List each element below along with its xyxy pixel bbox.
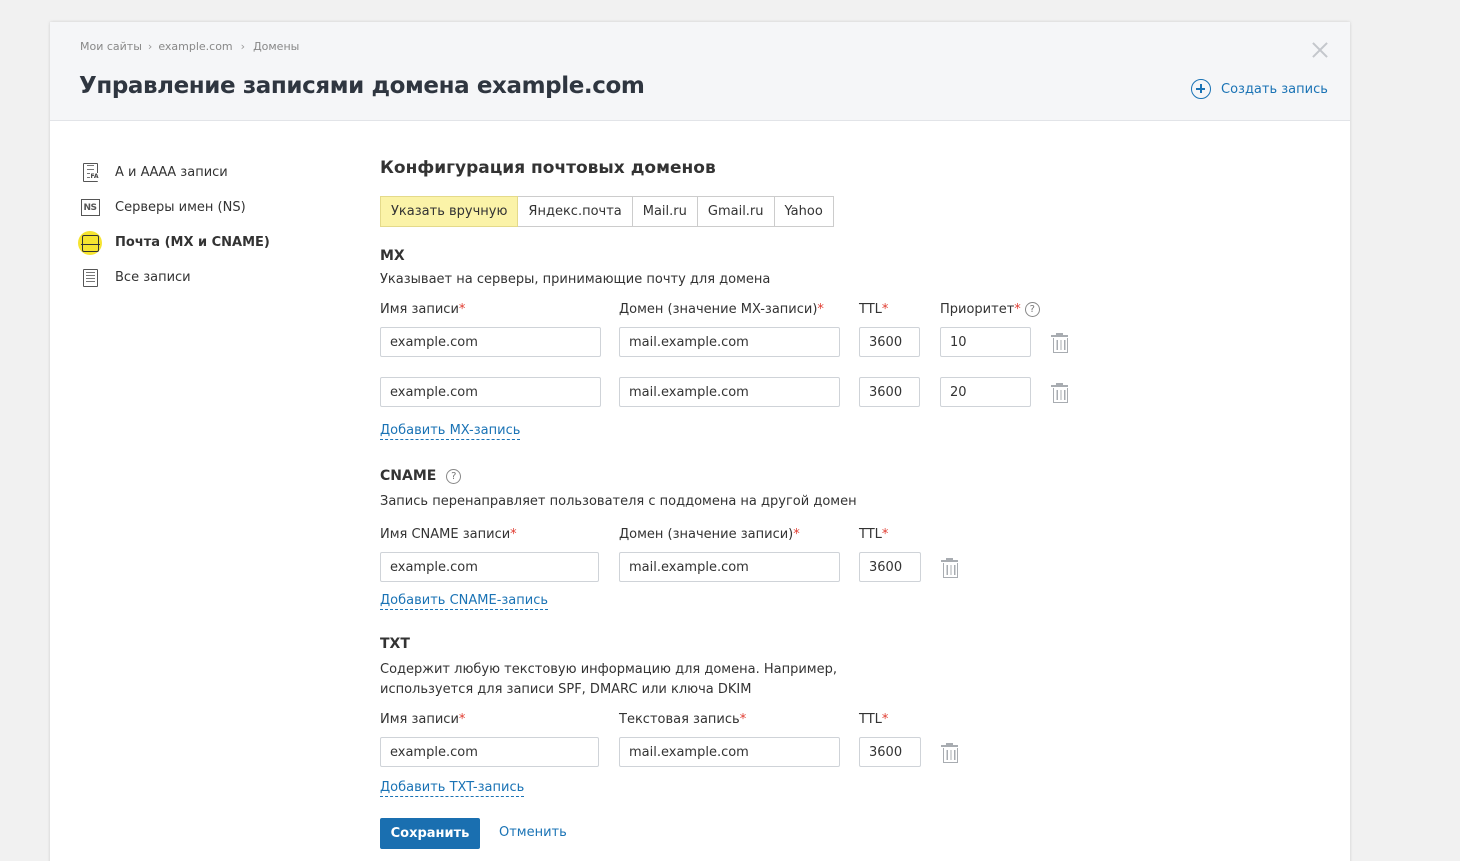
cname-ttl-label: TTL *	[859, 527, 889, 542]
close-icon[interactable]	[1311, 41, 1329, 59]
dns-records-modal: Мои сайты › example.com › Домены Управле…	[50, 22, 1350, 861]
txt-ttl-label: TTL *	[859, 712, 889, 727]
sidebar-item-label: Серверы имен (NS)	[115, 200, 246, 215]
cname-name-label: Имя CNAME записи *	[380, 527, 517, 542]
create-record-label: Создать запись	[1221, 81, 1328, 97]
page-title: Управление записями домена example.com	[79, 73, 645, 99]
trash-icon[interactable]	[941, 558, 958, 578]
sidebar-item-all-records[interactable]: Все записи	[78, 260, 270, 295]
txt-description-line1: Содержит любую текстовую информацию для …	[380, 662, 837, 677]
cname-title: CNAME?	[380, 468, 462, 484]
help-icon[interactable]: ?	[1024, 302, 1040, 317]
trash-icon[interactable]	[941, 743, 958, 763]
tab-gmail[interactable]: Gmail.ru	[696, 196, 775, 227]
sidebar: FA А и АААА записи NS Серверы имен (NS) …	[78, 155, 270, 295]
tab-yahoo[interactable]: Yahoo	[773, 196, 834, 227]
add-txt-record-link[interactable]: Добавить TXT-запись	[380, 780, 525, 797]
txt-name-label: Имя записи *	[380, 712, 466, 727]
mx-title: MX	[380, 248, 405, 264]
sidebar-item-label: Все записи	[115, 270, 191, 285]
cname-name-input[interactable]: example.com	[380, 552, 599, 582]
sidebar-item-a-records[interactable]: FA А и АААА записи	[78, 155, 270, 190]
modal-header: Мои сайты › example.com › Домены Управле…	[50, 22, 1350, 121]
plus-circle-icon	[1191, 79, 1211, 99]
mx-ttl-label: TTL *	[859, 302, 889, 317]
ns-icon: NS	[78, 196, 102, 220]
cname-domain-label: Домен (значение записи) *	[619, 527, 800, 542]
mx-ttl-input[interactable]: 3600	[859, 377, 920, 407]
mx-description: Указывает на серверы, принимающие почту …	[380, 272, 771, 287]
add-cname-record-link[interactable]: Добавить CNAME-запись	[380, 593, 549, 610]
save-button[interactable]: Сохранить	[380, 818, 480, 849]
breadcrumb-my-sites[interactable]: Мои сайты	[80, 40, 142, 53]
mx-domain-input[interactable]: mail.example.com	[619, 327, 840, 357]
mx-name-input[interactable]: example.com	[380, 377, 601, 407]
trash-icon[interactable]	[1051, 383, 1068, 403]
chevron-right-icon: ›	[147, 40, 153, 53]
sidebar-item-label: А и АААА записи	[115, 165, 228, 180]
breadcrumb: Мои сайты › example.com › Домены	[80, 40, 299, 53]
mx-name-label: Имя записи *	[380, 302, 466, 317]
txt-text-label: Текстовая запись *	[619, 712, 747, 727]
txt-name-input[interactable]: example.com	[380, 737, 599, 767]
mx-ttl-input[interactable]: 3600	[859, 327, 920, 357]
mx-domain-label: Домен (значение MX-записи) *	[619, 302, 824, 317]
txt-title: TXT	[380, 636, 410, 652]
mx-domain-input[interactable]: mail.example.com	[619, 377, 840, 407]
tab-manual[interactable]: Указать вручную	[380, 196, 519, 227]
cancel-button[interactable]: Отменить	[499, 825, 567, 840]
tab-mail-ru[interactable]: Mail.ru	[631, 196, 698, 227]
help-icon[interactable]: ?	[446, 468, 462, 484]
breadcrumb-site[interactable]: example.com	[158, 40, 232, 53]
mx-name-input[interactable]: example.com	[380, 327, 601, 357]
breadcrumb-domains[interactable]: Домены	[253, 40, 299, 53]
cname-description: Запись перенаправляет пользователя с под…	[380, 494, 857, 509]
dns-a-record-icon: FA	[78, 161, 102, 185]
tab-yandex-mail[interactable]: Яндекс.почта	[517, 196, 633, 227]
cname-ttl-input[interactable]: 3600	[859, 552, 921, 582]
sidebar-item-mail[interactable]: Почта (MX и CNAME)	[78, 225, 270, 260]
txt-description-line2: используется для записи SPF, DMARC или к…	[380, 682, 752, 697]
sidebar-item-label: Почта (MX и CNAME)	[115, 235, 270, 250]
mail-provider-tabs: Указать вручную Яндекс.почта Mail.ru Gma…	[380, 196, 834, 227]
txt-ttl-input[interactable]: 3600	[859, 737, 921, 767]
mx-priority-input[interactable]: 20	[940, 377, 1031, 407]
mx-priority-label: Приоритет *?	[940, 302, 1040, 317]
trash-icon[interactable]	[1051, 333, 1068, 353]
create-record-button[interactable]: Создать запись	[1191, 79, 1328, 99]
cname-domain-input[interactable]: mail.example.com	[619, 552, 840, 582]
add-mx-record-link[interactable]: Добавить MX-запись	[380, 423, 521, 440]
mx-priority-input[interactable]: 10	[940, 327, 1031, 357]
sidebar-item-ns[interactable]: NS Серверы имен (NS)	[78, 190, 270, 225]
section-title: Конфигурация почтовых доменов	[380, 158, 716, 178]
mail-icon	[78, 230, 102, 255]
chevron-right-icon: ›	[240, 40, 246, 53]
txt-text-input[interactable]: mail.example.com	[619, 737, 840, 767]
list-icon	[78, 266, 102, 290]
